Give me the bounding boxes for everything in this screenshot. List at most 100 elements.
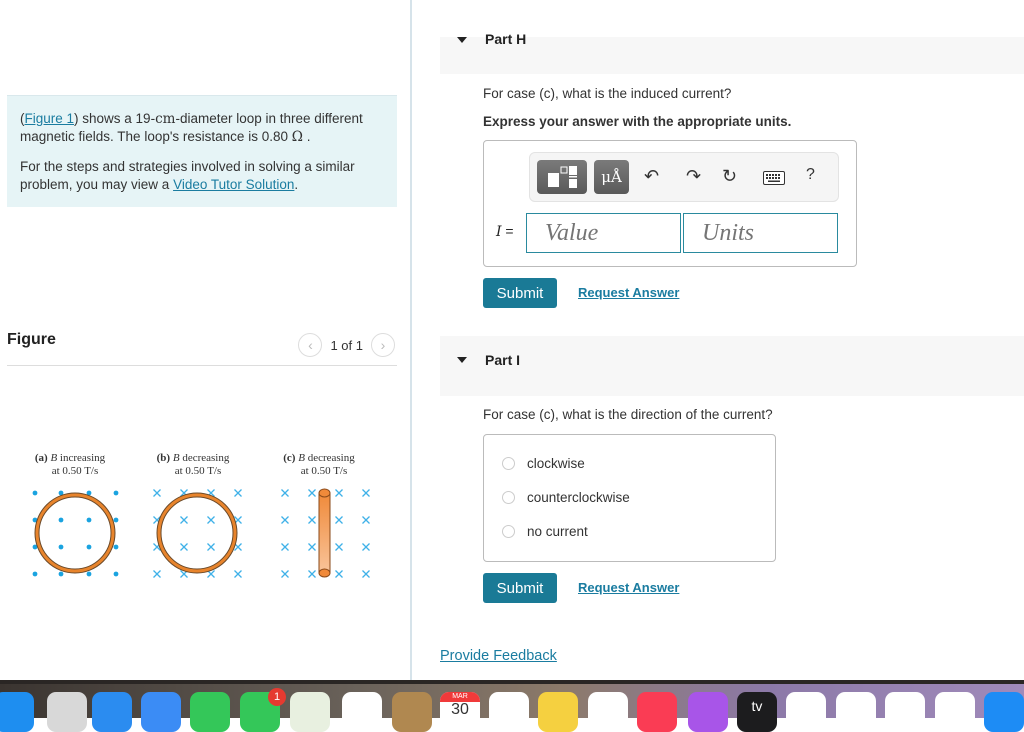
field-crosses-b xyxy=(153,489,242,578)
panel-a-rate: at 0.50 T/s xyxy=(52,465,99,477)
dock-numbers-icon[interactable] xyxy=(836,692,876,732)
field-cross xyxy=(281,543,289,551)
video-tutor-link[interactable]: Video Tutor Solution xyxy=(173,177,294,192)
provide-feedback-link[interactable]: Provide Feedback xyxy=(440,648,557,664)
part-i-question: For case (c), what is the direction of t… xyxy=(483,407,773,422)
field-dots-a xyxy=(32,490,119,577)
panel-a-label: (a) B increasing xyxy=(35,452,106,464)
part-h-label: Part H xyxy=(485,31,527,47)
part-i-header[interactable]: Part I xyxy=(440,336,1024,396)
dock-keynote-icon[interactable] xyxy=(885,692,925,732)
option-counterclockwise[interactable]: counterclockwise xyxy=(502,490,630,505)
radio-button[interactable] xyxy=(502,457,515,470)
dock-tv-icon[interactable]: tv xyxy=(737,692,777,732)
chevron-right-icon[interactable]: › xyxy=(371,333,395,357)
panel-c-label: (c) B decreasing xyxy=(283,452,355,464)
answer-box: μÅ ↶ ↷ ↻ ? I = xyxy=(483,140,857,267)
field-dot xyxy=(113,490,119,496)
dock-podcasts-icon[interactable] xyxy=(688,692,728,732)
dock-reminders-icon[interactable] xyxy=(489,692,529,732)
units-input[interactable] xyxy=(683,213,838,253)
part-h-submit-button[interactable]: Submit xyxy=(483,278,557,308)
math-toolbar: μÅ ↶ ↷ ↻ ? xyxy=(529,152,839,202)
conducting-rod xyxy=(318,492,331,574)
part-h-instruction: Express your answer with the appropriate… xyxy=(483,114,792,129)
figure-link[interactable]: Figure 1 xyxy=(25,111,75,126)
help-button[interactable]: ? xyxy=(806,166,815,184)
dock-maps-icon[interactable] xyxy=(290,692,330,732)
dock-notes-icon[interactable] xyxy=(538,692,578,732)
variable-label: I = xyxy=(496,223,514,240)
field-cross xyxy=(335,570,343,578)
units-button[interactable]: μÅ xyxy=(594,160,629,194)
field-cross xyxy=(180,516,188,524)
dock-app-store-icon[interactable] xyxy=(984,692,1024,732)
field-cross xyxy=(362,516,370,524)
value-input[interactable] xyxy=(526,213,681,253)
question-panel: Part H For case (c), what is the induced… xyxy=(412,0,1024,680)
dock-news-icon[interactable] xyxy=(786,692,826,732)
field-dot xyxy=(58,544,64,550)
field-dot xyxy=(32,571,38,577)
option-clockwise[interactable]: clockwise xyxy=(502,456,585,471)
dock-pages-icon[interactable] xyxy=(935,692,975,732)
problem-statement: (Figure 1) shows a 19-cm-diameter loop i… xyxy=(20,111,363,145)
chevron-left-icon[interactable]: ‹ xyxy=(298,333,323,357)
keyboard-icon[interactable] xyxy=(763,169,785,190)
field-cross xyxy=(335,543,343,551)
part-h-request-answer-link[interactable]: Request Answer xyxy=(578,285,679,300)
field-cross xyxy=(281,570,289,578)
caret-down-icon[interactable] xyxy=(457,37,467,43)
field-cross xyxy=(207,543,215,551)
dock-music-icon[interactable] xyxy=(637,692,677,732)
loop-b xyxy=(157,493,237,573)
field-cross xyxy=(335,489,343,497)
panel-c-rate: at 0.50 T/s xyxy=(301,465,348,477)
undo-icon[interactable]: ↶ xyxy=(644,166,659,187)
problem-panel: (Figure 1) shows a 19-cm-diameter loop i… xyxy=(0,0,410,680)
templates-icon[interactable] xyxy=(537,160,587,194)
dock-finder-icon[interactable] xyxy=(0,692,34,732)
figure-title: Figure xyxy=(7,331,56,348)
dock-mail-icon[interactable] xyxy=(141,692,181,732)
field-cross xyxy=(308,516,316,524)
dock-contacts-icon[interactable] xyxy=(392,692,432,732)
field-cross xyxy=(308,543,316,551)
dock-freeform-icon[interactable] xyxy=(588,692,628,732)
field-cross xyxy=(308,570,316,578)
field-dot xyxy=(86,544,92,550)
strategy-note: For the steps and strategies involved in… xyxy=(20,159,355,192)
radio-button[interactable] xyxy=(502,525,515,538)
field-cross xyxy=(234,570,242,578)
option-no-current[interactable]: no current xyxy=(502,524,588,539)
field-cross xyxy=(234,489,242,497)
rod-top-end xyxy=(318,488,331,498)
field-cross xyxy=(281,489,289,497)
field-dot xyxy=(113,544,119,550)
part-i-label: Part I xyxy=(485,352,521,368)
dock-launchpad-icon[interactable] xyxy=(47,692,87,732)
dock-calendar-icon[interactable]: MAR 30 xyxy=(440,692,480,732)
part-h-header[interactable]: Part H xyxy=(440,31,1024,74)
field-cross xyxy=(180,543,188,551)
field-cross xyxy=(362,489,370,497)
field-cross xyxy=(362,570,370,578)
field-dot xyxy=(86,571,92,577)
caret-down-icon[interactable] xyxy=(457,357,467,363)
part-i-submit-button[interactable]: Submit xyxy=(483,573,557,603)
field-cross xyxy=(362,543,370,551)
field-cross xyxy=(308,489,316,497)
reset-icon[interactable]: ↻ xyxy=(722,166,737,187)
page-indicator: 1 of 1 xyxy=(330,337,363,353)
dock-photos-icon[interactable] xyxy=(342,692,382,732)
part-i-request-answer-link[interactable]: Request Answer xyxy=(578,580,679,595)
field-cross xyxy=(281,516,289,524)
field-dot xyxy=(113,571,119,577)
radio-button[interactable] xyxy=(502,491,515,504)
redo-icon[interactable]: ↷ xyxy=(686,166,701,187)
dock-facetime-icon[interactable] xyxy=(190,692,230,732)
tv-label: tv xyxy=(751,698,763,714)
panel-b-label: (b) B decreasing xyxy=(157,452,230,464)
figure-image: (a) B increasing at 0.50 T/s (b) B decre… xyxy=(32,452,370,578)
dock-safari-icon[interactable] xyxy=(92,692,132,732)
